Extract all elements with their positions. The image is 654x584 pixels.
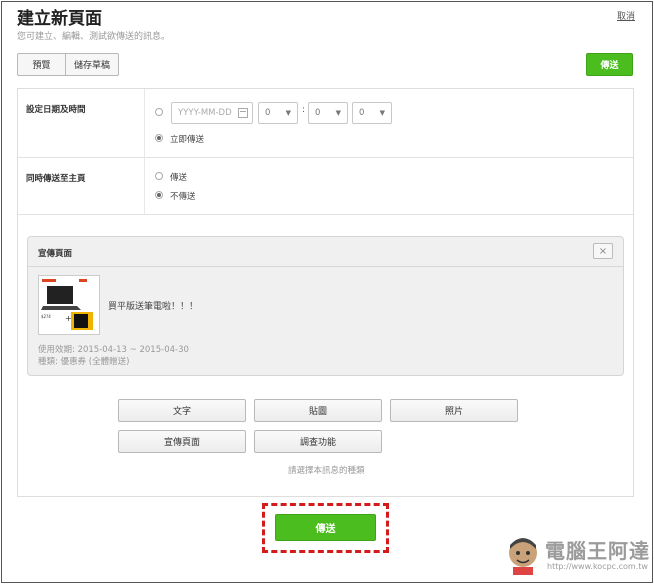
- send-highlight-box: 傳送: [262, 503, 389, 553]
- promo-header: 宣傳頁面 ×: [28, 237, 623, 267]
- send-button[interactable]: 傳送: [275, 514, 376, 541]
- toolbar-button-group: 預覽 儲存草稿: [17, 53, 119, 76]
- send-button-top[interactable]: 傳送: [586, 53, 633, 76]
- content-type-hint: 請選擇本訊息的種類: [288, 466, 365, 476]
- send-now-radio[interactable]: [155, 134, 163, 142]
- chevron-down-icon: ▼: [335, 109, 341, 117]
- survey-type-button[interactable]: 調查功能: [254, 430, 382, 453]
- minute-select[interactable]: 0 ▼: [308, 102, 348, 124]
- page-subtitle: 您可建立、編輯、測試欲傳送的訊息。: [17, 32, 171, 42]
- second-select[interactable]: 0 ▼: [352, 102, 392, 124]
- home-post-send-radio[interactable]: [155, 172, 163, 180]
- mascot-icon: [509, 538, 537, 575]
- promo-message: 買平版送筆電啦！！！: [108, 302, 199, 312]
- watermark-title: 電腦王阿達: [545, 539, 650, 563]
- chevron-down-icon: ▼: [379, 109, 385, 117]
- settings-panel: 設定日期及時間 YYYY-MM-DD 0 ▼ : 0 ▼ 0 ▼ 立即傳送 同時…: [17, 88, 634, 497]
- row-divider: [18, 214, 633, 215]
- promo-card: 宣傳頁面 × $2?4 + 買平版送筆電啦！！！ 使用效期: 2015-04-1…: [27, 236, 624, 376]
- cancel-link[interactable]: 取消: [617, 9, 635, 22]
- date-input[interactable]: YYYY-MM-DD: [171, 102, 253, 124]
- svg-text:+: +: [65, 314, 72, 323]
- home-post-nosend-label: 不傳送: [170, 192, 196, 202]
- schedule-later-radio[interactable]: [155, 108, 163, 116]
- close-icon[interactable]: ×: [593, 243, 613, 259]
- promo-thumbnail: $2?4 +: [38, 275, 100, 335]
- text-type-button[interactable]: 文字: [118, 399, 246, 422]
- column-divider: [144, 89, 145, 214]
- time-colon: :: [302, 105, 306, 115]
- promo-title: 宣傳頁面: [38, 249, 73, 259]
- second-value: 0: [359, 108, 365, 118]
- calendar-icon[interactable]: [238, 108, 248, 118]
- chevron-down-icon: ▼: [285, 109, 291, 117]
- home-post-nosend-radio[interactable]: [155, 191, 163, 199]
- hour-value: 0: [265, 108, 271, 118]
- laptop-tablet-image: $2?4 +: [39, 276, 99, 334]
- page-title: 建立新頁面: [17, 9, 102, 29]
- home-post-label: 同時傳送至主頁: [26, 174, 86, 184]
- save-draft-button[interactable]: 儲存草稿: [66, 54, 118, 75]
- hour-select[interactable]: 0 ▼: [258, 102, 298, 124]
- promo-type-button[interactable]: 宣傳頁面: [118, 430, 246, 453]
- send-now-label: 立即傳送: [170, 135, 205, 145]
- date-placeholder: YYYY-MM-DD: [178, 108, 232, 118]
- promo-valid-period: 使用效期: 2015-04-13 ~ 2015-04-30: [38, 345, 189, 355]
- watermark: 電腦王阿達 http://www.kocpc.com.tw: [505, 533, 650, 581]
- svg-text:$2?4: $2?4: [41, 314, 51, 319]
- row-divider: [18, 157, 633, 158]
- preview-button[interactable]: 預覽: [18, 54, 66, 75]
- minute-value: 0: [315, 108, 321, 118]
- schedule-label: 設定日期及時間: [26, 105, 86, 115]
- sticker-type-button[interactable]: 貼圖: [254, 399, 382, 422]
- photo-type-button[interactable]: 照片: [390, 399, 518, 422]
- home-post-send-label: 傳送: [170, 173, 188, 183]
- promo-type: 種類: 優惠券 (全體贈送): [38, 357, 130, 367]
- watermark-url: http://www.kocpc.com.tw: [547, 562, 648, 571]
